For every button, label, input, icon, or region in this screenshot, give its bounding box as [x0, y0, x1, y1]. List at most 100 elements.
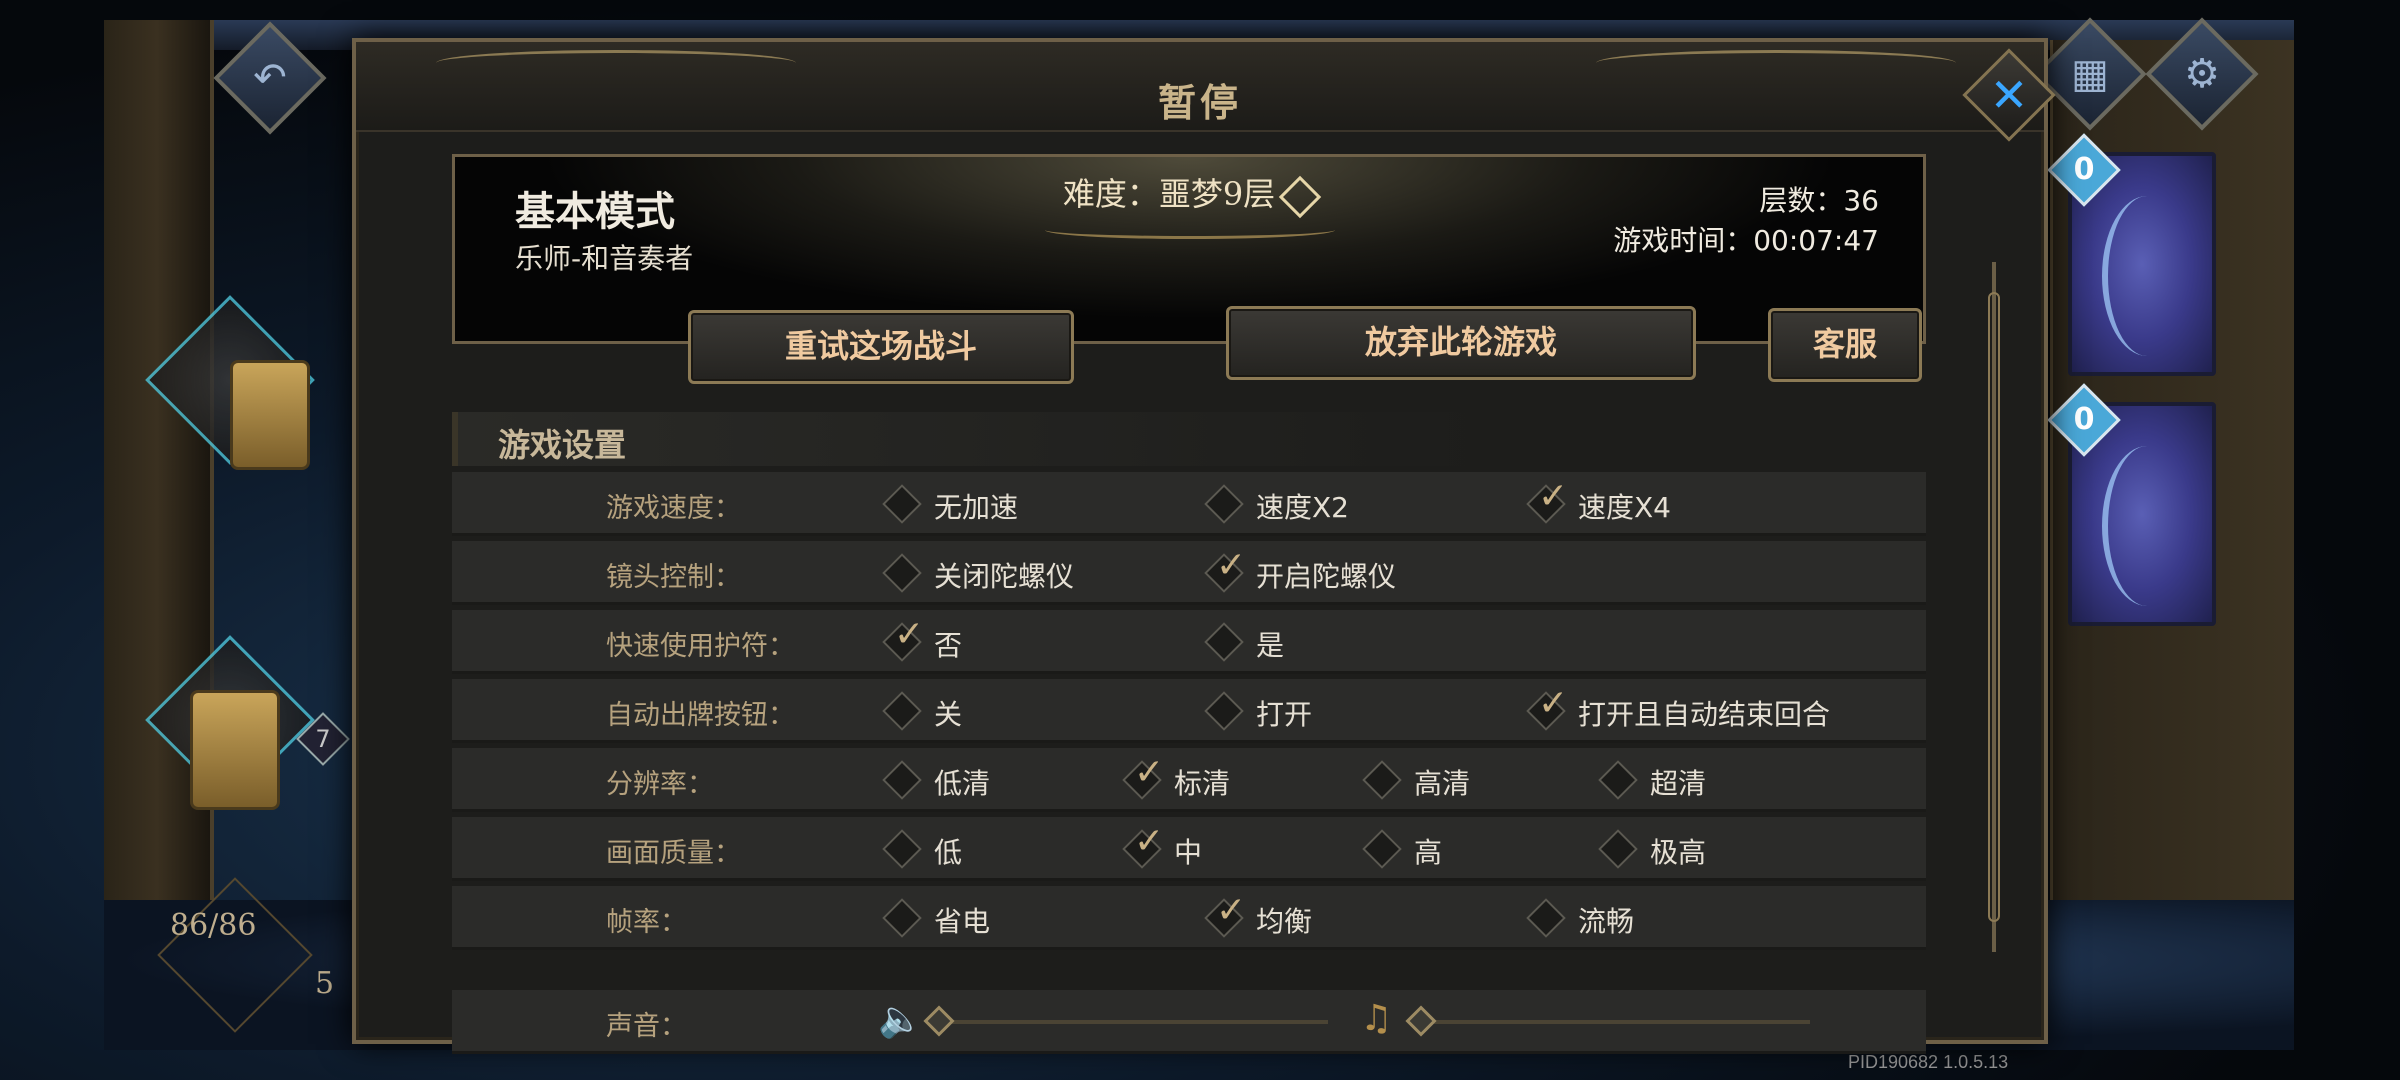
setting-label: 画面质量： — [606, 838, 741, 869]
version-label: PID190682 1.0.5.13 — [1848, 1052, 2009, 1072]
setting-row-sound: 声音： 🔈 ♫ — [452, 990, 1926, 1054]
slider-track — [1410, 1020, 1810, 1024]
setting-label: 镜头控制： — [606, 562, 741, 593]
option-label: 超清 — [1650, 767, 1707, 800]
dialog-header: 暂停 — [356, 42, 2044, 132]
checkmark-icon: ✓ — [894, 614, 925, 655]
scrollbar-thumb[interactable] — [1988, 292, 2000, 922]
map-icon: ▦ — [2071, 51, 2109, 97]
option-label: 高清 — [1414, 767, 1471, 800]
checkmark-icon: ✓ — [1216, 545, 1247, 586]
energy-text: 5 — [315, 966, 335, 1001]
checkbox-diamond[interactable] — [1204, 484, 1244, 524]
option-label: 打开 — [1256, 698, 1313, 731]
card-art — [2102, 446, 2192, 606]
setting-row: 镜头控制： 关闭陀螺仪 ✓ 开启陀螺仪 — [452, 541, 1926, 605]
option-label: 速度X2 — [1256, 491, 1349, 524]
checkbox-diamond[interactable] — [1362, 760, 1402, 800]
setting-label: 分辨率： — [606, 769, 714, 800]
slider-thumb[interactable] — [923, 1005, 955, 1037]
close-x-icon: ✕ — [1989, 68, 2029, 122]
setting-row: 快速使用护符： ✓ 否 是 — [452, 610, 1926, 674]
setting-label: 自动出牌按钮： — [606, 700, 795, 731]
setting-row: 分辨率： 低清 ✓ 标清 高清 超清 — [452, 748, 1926, 812]
abandon-run-button[interactable]: 放弃此轮游戏 — [1226, 306, 1696, 380]
option-label: 低清 — [934, 767, 991, 800]
option-label: 流畅 — [1578, 905, 1635, 938]
checkbox-diamond[interactable] — [1526, 898, 1566, 938]
checkbox-diamond[interactable] — [882, 829, 922, 869]
difficulty-ornament — [1045, 221, 1335, 239]
checkmark-icon: ✓ — [1134, 821, 1165, 862]
option-label: 高 — [1414, 836, 1443, 869]
option-label: 省电 — [934, 905, 991, 938]
pause-dialog: 暂停 ✕ 基本模式 乐师-和音奏者 难度：噩梦9层 层数：36 游戏时间：00:… — [352, 38, 2056, 1054]
music-note-icon: ♫ — [1360, 998, 1393, 1039]
settings-scrollbar[interactable] — [1988, 262, 2000, 952]
checkbox-diamond[interactable] — [1598, 829, 1638, 869]
checkmark-icon: ✓ — [1216, 890, 1247, 931]
dialog-title: 暂停 — [1157, 80, 1242, 125]
support-button[interactable]: 客服 — [1768, 308, 1922, 382]
checkbox-diamond[interactable] — [1204, 691, 1244, 731]
hp-readout: 86/86 5 — [140, 877, 360, 1040]
bg-mask-card — [190, 690, 280, 810]
speaker-icon: 🔈 — [878, 999, 923, 1040]
checkbox-diamond[interactable] — [882, 484, 922, 524]
option-label: 开启陀螺仪 — [1256, 560, 1397, 593]
bg-mask-card — [230, 360, 310, 470]
game-time: 游戏时间：00:07:47 — [1613, 224, 1879, 257]
gear-icon: ⚙ — [2184, 51, 2220, 97]
card-art — [2102, 196, 2192, 356]
difficulty-label: 难度：噩梦9层 — [455, 169, 1923, 218]
option-label: 均衡 — [1256, 905, 1313, 938]
character-name: 乐师-和音奏者 — [515, 242, 694, 275]
checkmark-icon: ✓ — [1134, 752, 1165, 793]
setting-row: 游戏速度： 无加速 速度X2 ✓ 速度X4 — [452, 472, 1926, 536]
checkbox-diamond[interactable] — [1598, 760, 1638, 800]
setting-row: 帧率： 省电 ✓ 均衡 流畅 — [452, 886, 1926, 950]
slider-track — [928, 1020, 1328, 1024]
side-card[interactable]: 0 — [2047, 383, 2216, 626]
option-label: 速度X4 — [1578, 491, 1671, 524]
undo-arrow-icon: ↶ — [253, 55, 287, 101]
option-label: 中 — [1174, 836, 1203, 869]
checkmark-icon: ✓ — [1538, 476, 1569, 517]
option-label: 标清 — [1174, 767, 1231, 800]
option-label: 是 — [1256, 629, 1285, 662]
option-label: 低 — [934, 836, 963, 869]
option-label: 关闭陀螺仪 — [934, 560, 1075, 593]
checkmark-icon: ✓ — [1538, 683, 1569, 724]
option-label: 否 — [934, 629, 963, 662]
music-volume-slider[interactable]: ♫ — [1360, 998, 1818, 1039]
setting-row: 自动出牌按钮： 关 打开 ✓ 打开且自动结束回合 — [452, 679, 1926, 743]
checkbox-diamond[interactable] — [1362, 829, 1402, 869]
side-card[interactable]: 0 — [2047, 133, 2216, 376]
difficulty-text: 难度：噩梦9层 — [1062, 175, 1276, 213]
checkbox-diamond[interactable] — [882, 691, 922, 731]
bg-left-panel — [104, 20, 214, 1020]
run-info-panel: 基本模式 乐师-和音奏者 难度：噩梦9层 层数：36 游戏时间：00:07:47 — [452, 154, 1926, 344]
hp-text: 86/86 — [170, 908, 257, 943]
checkbox-diamond[interactable] — [1204, 622, 1244, 662]
floor-count: 层数：36 — [1759, 184, 1879, 217]
key-icon — [1278, 175, 1322, 218]
setting-label: 帧率： — [606, 907, 687, 938]
setting-label: 快速使用护符： — [606, 631, 795, 662]
slider-thumb[interactable] — [1405, 1005, 1437, 1037]
option-label: 关 — [934, 698, 963, 731]
settings-title: 游戏设置 — [498, 426, 627, 464]
setting-row: 画面质量： 低 ✓ 中 高 极高 — [452, 817, 1926, 881]
settings-section-header: 游戏设置 — [452, 412, 1926, 466]
setting-label: 声音： — [606, 1011, 687, 1042]
retry-battle-button[interactable]: 重试这场战斗 — [688, 310, 1074, 384]
sfx-volume-slider[interactable]: 🔈 — [878, 999, 1336, 1040]
checkbox-diamond[interactable] — [882, 760, 922, 800]
checkbox-diamond[interactable] — [882, 898, 922, 938]
option-label: 无加速 — [934, 491, 1019, 524]
checkbox-diamond[interactable] — [882, 553, 922, 593]
option-label: 极高 — [1650, 836, 1707, 869]
setting-label: 游戏速度： — [606, 493, 741, 524]
option-label: 打开且自动结束回合 — [1578, 698, 1831, 731]
hp-frame — [157, 877, 313, 1033]
